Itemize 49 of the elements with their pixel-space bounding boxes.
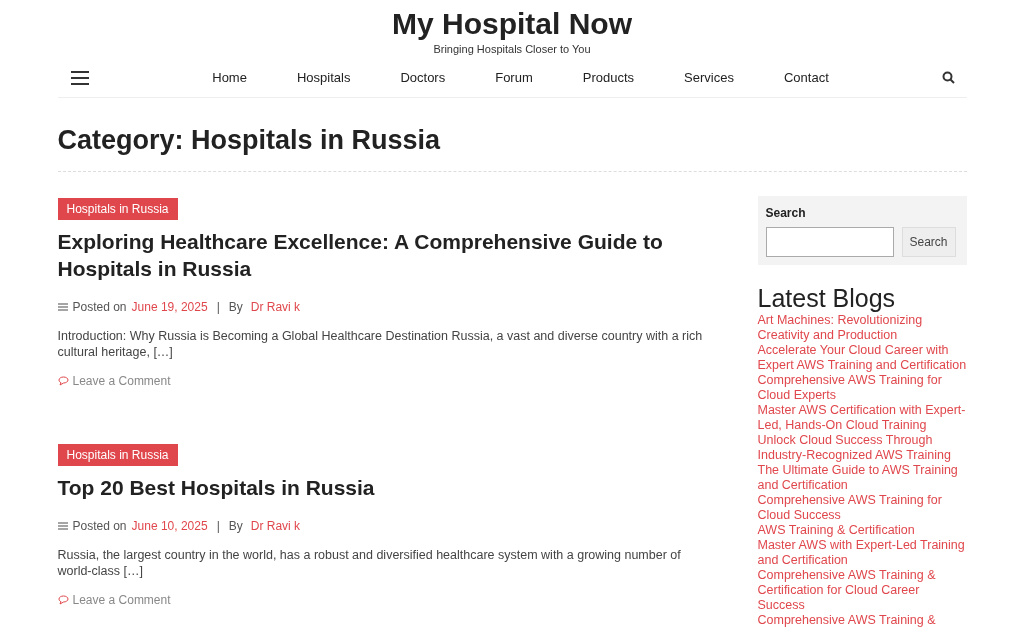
blog-link[interactable]: Comprehensive AWS Training & Certification for Cloud Career Success (757, 567, 967, 613)
by-label: By (228, 298, 243, 316)
posted-label: Posted on (72, 298, 127, 316)
comment-icon (57, 375, 69, 386)
category-tag[interactable]: Hospitals in Russia (57, 197, 178, 220)
search-field[interactable] (765, 226, 894, 257)
nav-link[interactable]: Doctors (400, 67, 446, 88)
category-tag[interactable]: Hospitals in Russia (57, 443, 178, 466)
search-button[interactable]: Search (901, 226, 956, 257)
nav-link[interactable]: Forum (495, 67, 533, 88)
nav-link[interactable]: Hospitals (296, 67, 351, 88)
nav-link[interactable]: Home (212, 67, 247, 88)
blog-link[interactable]: AWS Training & Certification (757, 522, 967, 538)
comment-link[interactable]: Leave a Comment (72, 371, 171, 390)
post-title[interactable]: Top 20 Best Hospitals in Russia (57, 473, 730, 501)
widget-title: Latest Blogs (757, 282, 897, 313)
post-date[interactable]: June 19, 2025 (131, 297, 208, 316)
list-icon (57, 302, 68, 311)
posted-label: Posted on (72, 517, 127, 535)
search-icon[interactable] (941, 71, 955, 84)
nav-link[interactable]: Products (582, 67, 635, 88)
separator: | (216, 298, 220, 316)
blog-link[interactable]: Art Machines: Revolutionizing Creativity and Production (757, 312, 967, 343)
nav-link[interactable]: Services (684, 67, 734, 88)
site-title[interactable]: My Hospital Now (392, 6, 632, 42)
blog-link[interactable]: Master AWS Certification with Expert-Led, Hands-On Cloud Training (757, 402, 967, 433)
page-title: Category: Hospitals in Russia (57, 120, 967, 172)
author-link[interactable]: Dr Ravi k (250, 297, 301, 316)
blog-link[interactable]: Comprehensive AWS Training & (757, 612, 967, 628)
blog-link[interactable]: Accelerate Your Cloud Career with Expert AWS Training and Certification (757, 342, 967, 373)
post-date[interactable]: June 10, 2025 (131, 516, 208, 535)
by-label: By (228, 517, 243, 535)
blog-link[interactable]: Comprehensive AWS Training for Cloud Experts (757, 372, 967, 403)
blog-link[interactable]: The Ultimate Guide to AWS Training and Certification (757, 462, 967, 493)
post-excerpt: Introduction: Why Russia is Becoming a Global Healthcare Destination Russia, a vast and diverse country with a rich cultural heritage, […] (57, 327, 704, 360)
blog-link[interactable]: Unlock Cloud Success Through Industry-Recognized AWS Training (757, 432, 967, 463)
post-title[interactable]: Exploring Healthcare Excellence: A Comprehensive Guide to Hospitals in Russia (57, 227, 730, 282)
comment-icon (57, 594, 69, 605)
post-excerpt: Russia, the largest country in the world, has a robust and diversified healthcare system with a growing number of world-class […] (57, 546, 682, 579)
blog-link[interactable]: Master AWS with Expert-Led Training and Certification (757, 537, 967, 568)
author-link[interactable]: Dr Ravi k (250, 516, 301, 535)
blog-link[interactable]: Comprehensive AWS Training for Cloud Success (757, 492, 967, 523)
nav-link[interactable]: Contact (783, 67, 829, 88)
search-label: Search (765, 204, 807, 222)
menu-icon[interactable] (69, 70, 90, 85)
separator: | (216, 517, 220, 535)
site-tagline: Bringing Hospitals Closer to You (433, 42, 591, 56)
list-icon (57, 521, 68, 530)
comment-link[interactable]: Leave a Comment (72, 590, 171, 609)
